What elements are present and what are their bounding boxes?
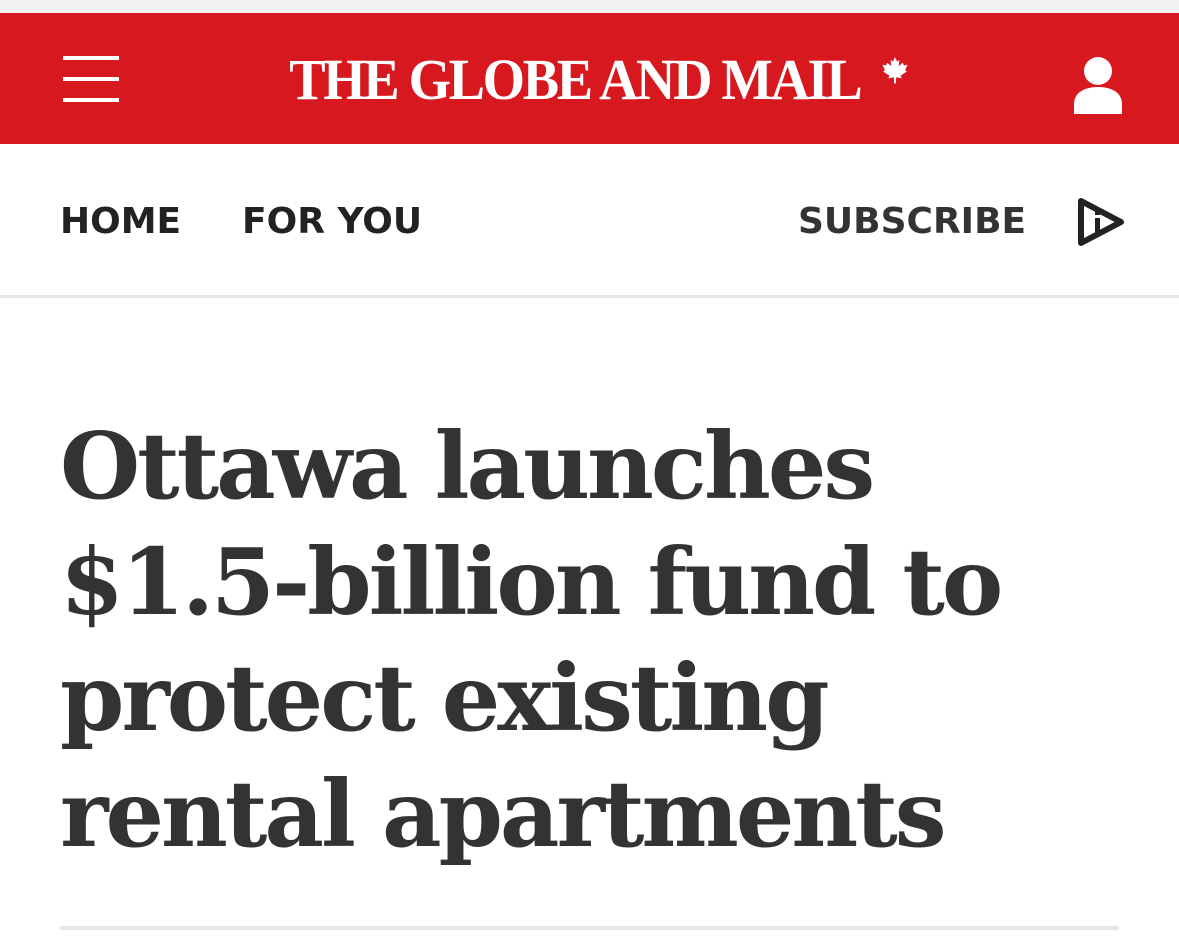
logo-text: THE GLOBE AND MAIL	[289, 46, 863, 112]
site-logo[interactable]: THE GLOBE AND MAIL	[270, 46, 910, 112]
menu-bar	[63, 56, 119, 60]
play-icon-graphic	[1078, 198, 1124, 246]
hamburger-menu-icon[interactable]	[58, 53, 124, 105]
audio-play-icon[interactable]	[1072, 196, 1128, 248]
user-icon-graphic	[1074, 57, 1122, 114]
article-headline: Ottawa launches $1.5-billion fund to pro…	[60, 412, 1003, 868]
masthead: THE GLOBE AND MAIL	[0, 13, 1179, 144]
menu-bar	[63, 98, 119, 102]
menu-bar	[63, 77, 119, 81]
user-account-icon[interactable]	[1066, 51, 1130, 115]
section-nav: HOME FOR YOU SUBSCRIBE	[0, 144, 1179, 298]
nav-subscribe-link[interactable]: SUBSCRIBE	[798, 200, 1026, 244]
maple-leaf-icon	[882, 57, 908, 84]
nav-for-you-link[interactable]: FOR YOU	[242, 200, 422, 244]
nav-home-link[interactable]: HOME	[60, 200, 181, 244]
headline-divider	[60, 926, 1119, 930]
status-strip	[0, 0, 1179, 13]
